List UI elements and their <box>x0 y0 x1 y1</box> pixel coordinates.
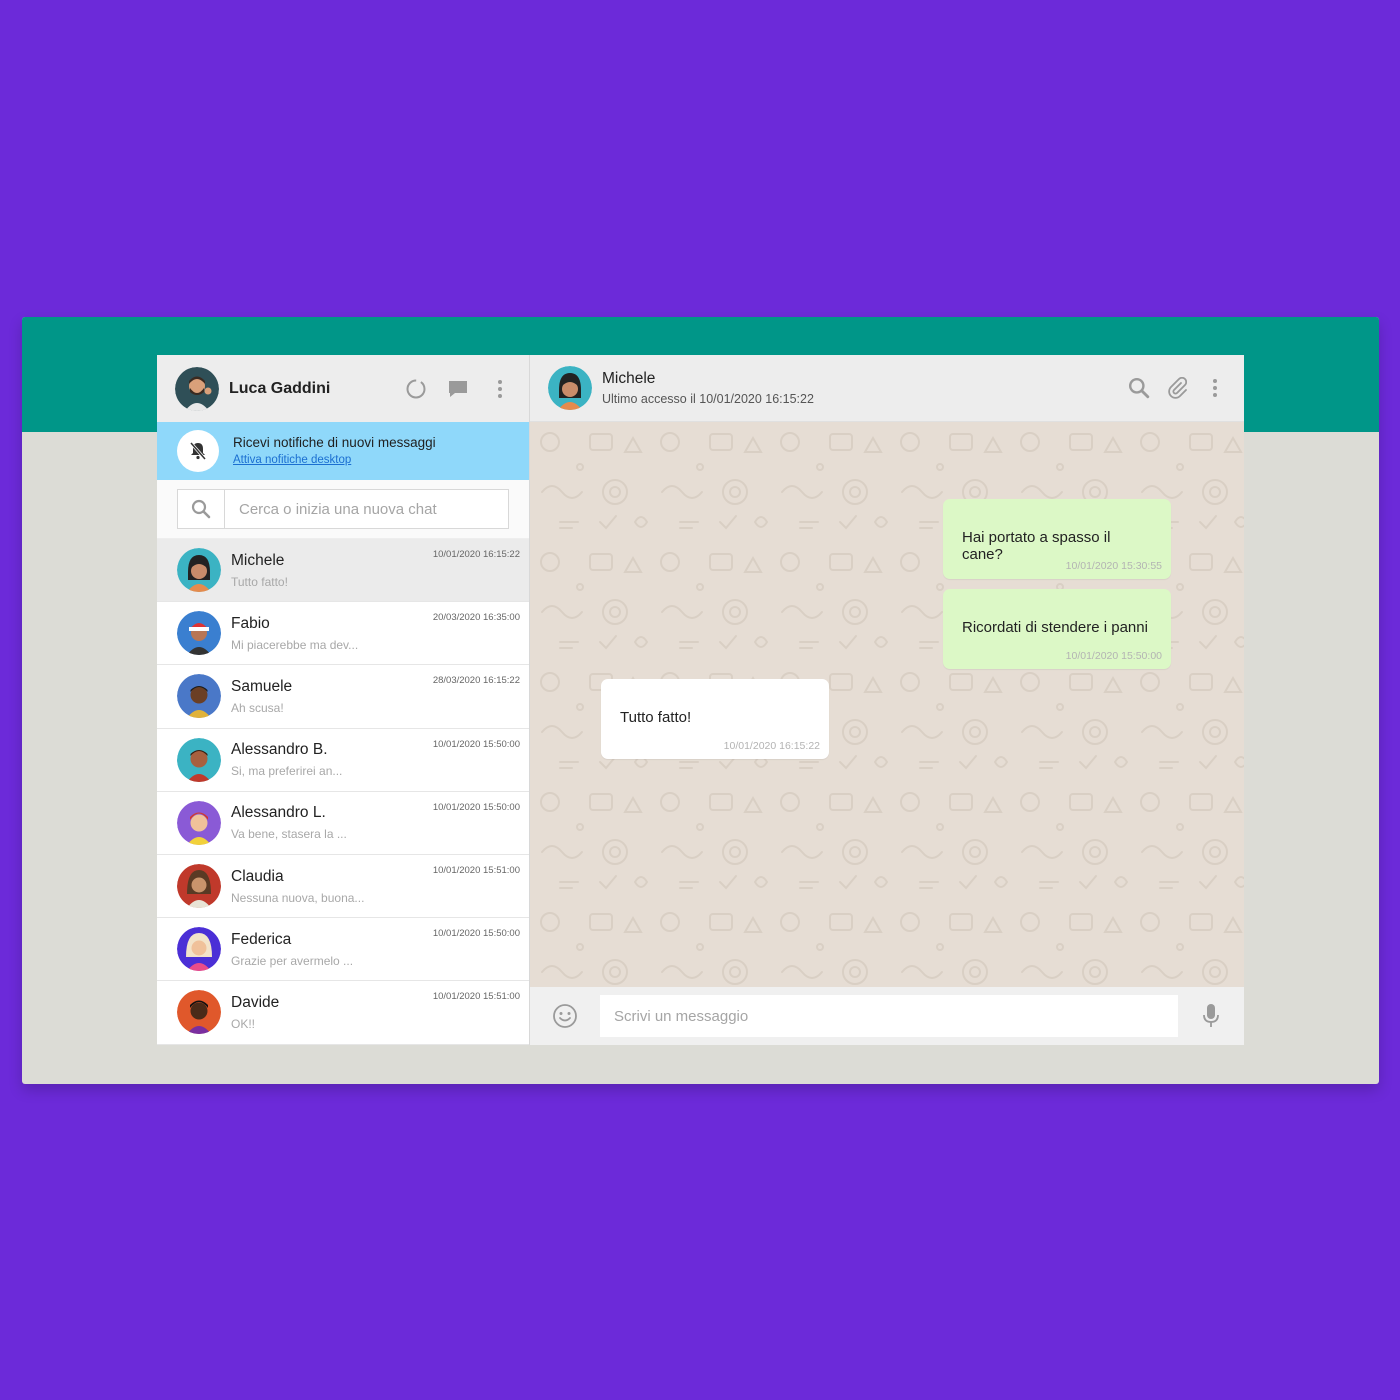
message-input[interactable] <box>600 995 1178 1037</box>
contact-status: Ultimo accesso il 10/01/2020 16:15:22 <box>602 392 814 406</box>
message-text: Hai portato a spasso il cane? <box>962 529 1111 563</box>
chat-icon[interactable] <box>447 378 469 400</box>
chat-item-fabio[interactable]: Fabio Mi piacerebbe ma dev... 20/03/2020… <box>157 602 529 666</box>
menu-icon[interactable] <box>1204 377 1226 399</box>
chat-preview: Si, ma preferirei an... <box>231 764 343 779</box>
search-box <box>177 489 509 529</box>
contact-avatar[interactable] <box>548 366 592 410</box>
avatar <box>177 990 221 1035</box>
message-area[interactable]: Hai portato a spasso il cane? 10/01/2020… <box>530 422 1244 987</box>
message-time: 10/01/2020 15:30:55 <box>1065 560 1162 572</box>
chat-time: 28/03/2020 16:15:22 <box>432 675 520 687</box>
avatar <box>177 737 221 782</box>
chat-time: 10/01/2020 15:51:00 <box>432 991 520 1003</box>
menu-icon[interactable] <box>489 378 511 400</box>
chat-item-davide[interactable]: Davide OK!! 10/01/2020 15:51:00 <box>157 981 529 1045</box>
sidebar-header: Luca Gaddini <box>157 355 529 422</box>
chat-time: 10/01/2020 15:51:00 <box>432 864 520 876</box>
message-text: Ricordati di stendere i panni <box>962 619 1148 636</box>
microphone-icon[interactable] <box>1200 1003 1222 1029</box>
conversation-panel: Michele Ultimo accesso il 10/01/2020 16:… <box>530 355 1244 1045</box>
user-avatar[interactable] <box>175 366 219 411</box>
emoji-icon[interactable] <box>552 1003 578 1029</box>
whatsapp-app: Luca Gaddini Ricevi notifiche di nuovi m… <box>157 355 1244 1045</box>
avatar <box>177 800 221 845</box>
search-input[interactable] <box>225 490 508 528</box>
sidebar: Luca Gaddini Ricevi notifiche di nuovi m… <box>157 355 530 1045</box>
chat-time: 10/01/2020 16:15:22 <box>432 549 520 560</box>
message-text: Tutto fatto! <box>620 709 692 726</box>
avatar <box>177 611 221 656</box>
chat-preview: Tutto fatto! <box>231 574 288 589</box>
message-bubble-received[interactable]: Tutto fatto! 10/01/2020 16:15:22 <box>601 679 829 759</box>
chat-preview: Mi piacerebbe ma dev... <box>231 637 359 652</box>
search-icon[interactable] <box>178 490 225 528</box>
chat-item-alessandro-b[interactable]: Alessandro B. Si, ma preferirei an... 10… <box>157 728 529 792</box>
search-icon[interactable] <box>1128 377 1150 399</box>
avatar <box>177 927 221 972</box>
chat-time: 10/01/2020 15:50:00 <box>432 928 520 940</box>
composer <box>530 987 1244 1045</box>
chat-time: 10/01/2020 15:50:00 <box>432 738 520 750</box>
notification-banner: Ricevi notifiche di nuovi messaggi Attiv… <box>157 422 529 480</box>
chat-item-michele[interactable]: Michele Tutto fatto! 10/01/2020 16:15:22 <box>157 539 529 603</box>
avatar <box>177 674 221 719</box>
message-time: 10/01/2020 16:15:22 <box>723 740 820 752</box>
app-window: Luca Gaddini Ricevi notifiche di nuovi m… <box>22 317 1379 1084</box>
message-bubble-sent[interactable]: Hai portato a spasso il cane? 10/01/2020… <box>943 499 1171 579</box>
avatar <box>177 548 221 593</box>
search-bar <box>157 480 529 539</box>
chat-preview: Va bene, stasera la ... <box>231 827 347 842</box>
status-icon[interactable] <box>405 378 427 400</box>
attach-icon[interactable] <box>1166 377 1188 399</box>
bell-off-icon <box>177 430 219 472</box>
chat-list: Michele Tutto fatto! 10/01/2020 16:15:22… <box>157 539 529 1045</box>
chat-item-federica[interactable]: Federica Grazie per avermelo ... 10/01/2… <box>157 918 529 982</box>
chat-item-samuele[interactable]: Samuele Ah scusa! 28/03/2020 16:15:22 <box>157 665 529 729</box>
chat-preview: Nessuna nuova, buona... <box>231 890 365 905</box>
conversation-header: Michele Ultimo accesso il 10/01/2020 16:… <box>530 355 1244 422</box>
chat-item-alessandro-l[interactable]: Alessandro L. Va bene, stasera la ... 10… <box>157 791 529 855</box>
chat-preview: Ah scusa! <box>231 700 284 715</box>
notification-title: Ricevi notifiche di nuovi messaggi <box>233 434 436 450</box>
user-name: Luca Gaddini <box>229 379 331 397</box>
chat-preview: OK!! <box>231 1016 256 1031</box>
chat-item-claudia[interactable]: Claudia Nessuna nuova, buona... 10/01/20… <box>157 854 529 919</box>
message-bubble-sent[interactable]: Ricordati di stendere i panni 10/01/2020… <box>943 589 1171 669</box>
avatar <box>177 864 221 909</box>
chat-preview: Grazie per avermelo ... <box>231 953 354 968</box>
chat-time: 10/01/2020 15:50:00 <box>432 801 520 813</box>
message-time: 10/01/2020 15:50:00 <box>1065 650 1162 662</box>
chat-time: 20/03/2020 16:35:00 <box>432 612 520 624</box>
enable-notifications-link[interactable]: Attiva nofitiche desktop <box>233 454 351 466</box>
contact-name: Michele <box>602 370 656 387</box>
